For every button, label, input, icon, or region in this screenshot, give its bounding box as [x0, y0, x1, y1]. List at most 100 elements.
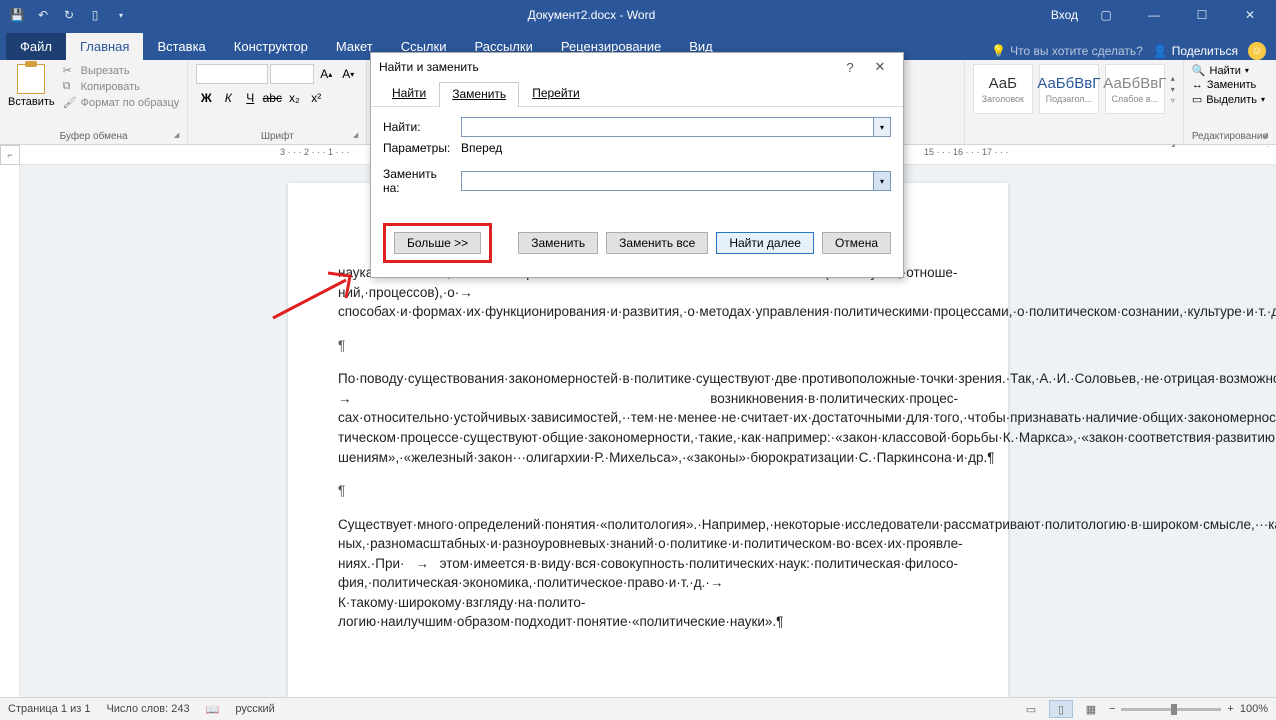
view-read-mode-icon[interactable]: ▭ [1019, 700, 1043, 718]
replace-ribbon-button[interactable]: ↔Заменить [1192, 79, 1268, 91]
paragraph-2[interactable]: По·поводу·существования·закономерностей·… [338, 369, 958, 467]
tell-me-placeholder: Что вы хотите сделать? [1010, 44, 1143, 58]
tab-file[interactable]: Файл [6, 33, 66, 60]
grow-font-button[interactable]: A▴ [316, 64, 336, 84]
find-input[interactable] [461, 117, 873, 137]
strike-button[interactable]: abc [262, 88, 282, 108]
view-web-layout-icon[interactable]: ▦ [1079, 700, 1103, 718]
format-painter-label: Формат по образцу [81, 97, 180, 109]
zoom-slider[interactable] [1121, 708, 1221, 711]
group-clipboard-title: Буфер обмена [8, 129, 179, 144]
vertical-ruler[interactable] [0, 165, 20, 698]
annotation-highlight-box: Больше >> [383, 223, 492, 263]
qat-customize-icon[interactable]: ▾ [110, 4, 132, 26]
group-font: A▴ A▾ Ж К Ч abc x₂ x² Шрифт [188, 60, 367, 144]
group-clipboard: Вставить ✂Вырезать ⧉ Копировать 🖌 Формат п… [0, 60, 188, 144]
params-label: Параметры: [383, 141, 455, 155]
close-window-icon[interactable]: ✕ [1230, 4, 1270, 26]
zoom-in-button[interactable]: + [1227, 703, 1233, 715]
document-title: Документ2.docx - Word [132, 8, 1051, 22]
zoom-level[interactable]: 100% [1240, 703, 1268, 715]
ribbon-display-icon[interactable]: ▢ [1086, 4, 1126, 26]
paragraph-3[interactable]: Существует·много·определений·понятия·«по… [338, 515, 958, 632]
status-proofing-icon[interactable]: 📖 [206, 703, 220, 716]
cancel-button[interactable]: Отмена [822, 232, 891, 254]
empty-paragraph-1[interactable]: ¶ [338, 336, 958, 356]
replace-all-button[interactable]: Заменить все [606, 232, 708, 254]
styles-gallery-more-icon[interactable]: ▴▾▿ [1171, 74, 1175, 105]
dialog-title: Найти и заменить [379, 60, 835, 74]
italic-button[interactable]: К [218, 88, 238, 108]
minimize-icon[interactable]: — [1134, 4, 1174, 26]
cut-button[interactable]: ✂Вырезать [63, 64, 180, 78]
maximize-icon[interactable]: ☐ [1182, 4, 1222, 26]
redo-icon[interactable]: ↻ [58, 4, 80, 26]
tab-insert[interactable]: Вставка [143, 33, 219, 60]
status-bar: Страница 1 из 1 Число слов: 243 📖 русски… [0, 697, 1276, 720]
select-label: Выделить [1206, 94, 1257, 106]
dialog-close-icon[interactable]: ✕ [865, 55, 895, 79]
find-button[interactable]: 🔍Найти▾ [1192, 64, 1268, 77]
select-button[interactable]: ▭Выделить▾ [1192, 93, 1268, 106]
font-family-combo[interactable] [196, 64, 268, 84]
style-sub-label: Подзагол... [1046, 94, 1092, 104]
find-history-dropdown-icon[interactable]: ▾ [873, 117, 891, 137]
replace-input[interactable] [461, 171, 873, 191]
save-icon[interactable]: 💾 [6, 4, 28, 26]
zoom-out-button[interactable]: − [1109, 703, 1115, 715]
more-options-button[interactable]: Больше >> [394, 232, 481, 254]
group-editing: 🔍Найти▾ ↔Заменить ▭Выделить▾ Редактирова… [1184, 60, 1276, 144]
brush-icon: 🖌 [63, 96, 77, 110]
undo-icon[interactable]: ↶ [32, 4, 54, 26]
ruler-left-marks: 3 · · · 2 · · · 1 · · · [280, 147, 350, 157]
font-size-combo[interactable] [270, 64, 314, 84]
replace-with-label: Заменить на: [383, 167, 455, 195]
view-print-layout-icon[interactable]: ▯ [1049, 700, 1073, 718]
paste-icon [17, 64, 45, 94]
signin-button[interactable]: Вход [1051, 8, 1078, 22]
tell-me-search[interactable]: 💡 Что вы хотите сделать? [991, 44, 1143, 58]
superscript-button[interactable]: x² [306, 88, 326, 108]
copy-label: Копировать [81, 81, 140, 93]
dialog-titlebar[interactable]: Найти и заменить ? ✕ [371, 53, 903, 81]
dialog-tab-replace[interactable]: Заменить [439, 82, 519, 107]
format-painter-button[interactable]: 🖌 Формат по образцу [63, 96, 180, 110]
feedback-icon[interactable]: ☺ [1248, 42, 1266, 60]
new-doc-icon[interactable]: ▯ [84, 4, 106, 26]
style-subheading[interactable]: АаБбВвГПодзагол... [1039, 64, 1099, 114]
dialog-help-icon[interactable]: ? [835, 55, 865, 79]
group-styles: АаБЗаголовок АаБбВвГПодзагол... АаБбВвГС… [965, 60, 1184, 144]
style-heading[interactable]: АаБЗаголовок [973, 64, 1033, 114]
group-font-title: Шрифт [196, 129, 358, 144]
style-subtle-label: Слабое в... [1111, 94, 1158, 104]
scissors-icon: ✂ [63, 64, 77, 78]
status-page[interactable]: Страница 1 из 1 [8, 703, 90, 715]
replace-icon: ↔ [1192, 79, 1203, 91]
dialog-footer: Больше >> Заменить Заменить все Найти да… [371, 211, 903, 277]
style-subtle[interactable]: АаБбВвГСлабое в... [1105, 64, 1165, 114]
ruler-corner[interactable]: ⌐ [0, 145, 20, 165]
copy-button[interactable]: ⧉ Копировать [63, 80, 180, 94]
empty-paragraph-2[interactable]: ¶ [338, 481, 958, 501]
replace-history-dropdown-icon[interactable]: ▾ [873, 171, 891, 191]
share-button[interactable]: 👤 Поделиться [1153, 44, 1238, 58]
underline-button[interactable]: Ч [240, 88, 260, 108]
tab-home[interactable]: Главная [66, 33, 143, 60]
dialog-tab-goto[interactable]: Перейти [519, 81, 593, 106]
dialog-tab-find[interactable]: Найти [379, 81, 439, 106]
bold-button[interactable]: Ж [196, 88, 216, 108]
find-next-button[interactable]: Найти далее [716, 232, 814, 254]
find-icon: 🔍 [1192, 64, 1206, 77]
params-value: Вперед [461, 141, 502, 155]
copy-icon: ⧉ [63, 80, 77, 94]
shrink-font-button[interactable]: A▾ [338, 64, 358, 84]
status-word-count[interactable]: Число слов: 243 [106, 703, 189, 715]
replace-button[interactable]: Заменить [518, 232, 598, 254]
style-heading-label: Заголовок [982, 94, 1024, 104]
tab-design[interactable]: Конструктор [220, 33, 322, 60]
title-bar: 💾 ↶ ↻ ▯ ▾ Документ2.docx - Word Вход ▢ —… [0, 0, 1276, 30]
subscript-button[interactable]: x₂ [284, 88, 304, 108]
paste-button[interactable]: Вставить [8, 64, 55, 110]
status-language[interactable]: русский [235, 703, 274, 715]
quick-access-toolbar: 💾 ↶ ↻ ▯ ▾ [6, 4, 132, 26]
